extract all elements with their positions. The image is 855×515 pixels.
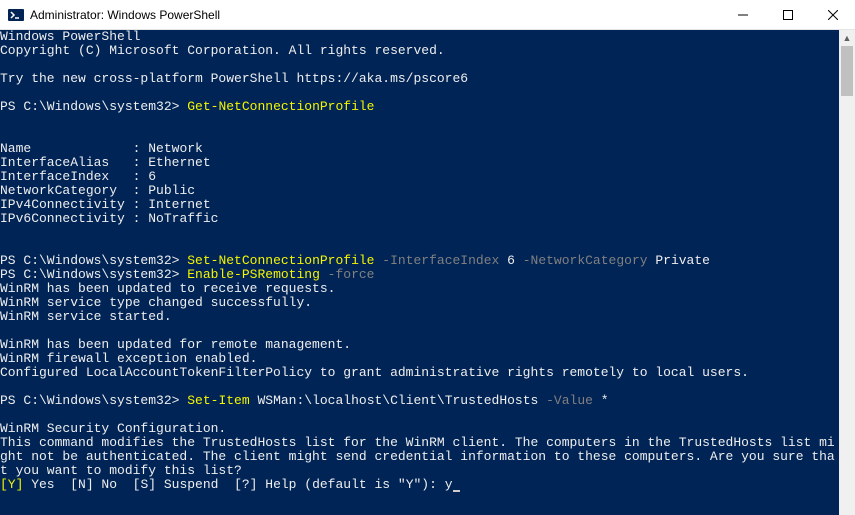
titlebar[interactable]: Administrator: Windows PowerShell — [0, 0, 855, 30]
maximize-button[interactable] — [765, 0, 810, 29]
copyright-line: Copyright (C) Microsoft Corporation. All… — [0, 43, 445, 58]
arg: WSMan:\localhost\Client\TrustedHosts — [250, 393, 539, 408]
powershell-icon — [8, 7, 24, 23]
command-2: Set-NetConnectionProfile — [187, 253, 374, 268]
vertical-scrollbar[interactable]: ▲ — [839, 30, 855, 515]
profile-index-value: 6 — [148, 169, 156, 184]
profile-ipv6-value: NoTraffic — [148, 211, 218, 226]
param: -InterfaceIndex — [374, 253, 499, 268]
arg: * — [593, 393, 609, 408]
profile-index-label: InterfaceIndex : — [0, 169, 148, 184]
confirm-title: WinRM Security Configuration. — [0, 421, 226, 436]
profile-ipv4-value: Internet — [148, 197, 210, 212]
prompt: PS C:\Windows\system32> — [0, 99, 179, 114]
profile-alias-label: InterfaceAlias : — [0, 155, 148, 170]
prompt: PS C:\Windows\system32> — [0, 253, 179, 268]
winrm-line: WinRM has been updated for remote manage… — [0, 337, 351, 352]
prompt: PS C:\Windows\system32> — [0, 393, 179, 408]
option-suspend-key: [S] — [133, 477, 156, 492]
command-1: Get-NetConnectionProfile — [187, 99, 374, 114]
winrm-line: WinRM firewall exception enabled. — [0, 351, 257, 366]
profile-ipv6-label: IPv6Connectivity : — [0, 211, 148, 226]
window-controls — [720, 0, 855, 29]
arg: Private — [648, 253, 710, 268]
winrm-line: WinRM has been updated to receive reques… — [0, 281, 335, 296]
option-suspend-label: Suspend — [156, 477, 234, 492]
arg: 6 — [499, 253, 515, 268]
option-help-key: [?] — [234, 477, 257, 492]
profile-netcat-value: Public — [148, 183, 195, 198]
winrm-line: Configured LocalAccountTokenFilterPolicy… — [0, 365, 749, 380]
cursor — [453, 490, 460, 492]
window-title: Administrator: Windows PowerShell — [30, 8, 720, 22]
pscore-line: Try the new cross-platform PowerShell ht… — [0, 71, 468, 86]
param: -NetworkCategory — [515, 253, 648, 268]
scroll-up-arrow[interactable]: ▲ — [839, 30, 855, 46]
winrm-line: WinRM service started. — [0, 309, 172, 324]
winrm-line: WinRM service type changed successfully. — [0, 295, 312, 310]
terminal-output[interactable]: Windows PowerShell Copyright (C) Microso… — [0, 30, 839, 515]
option-yes-label: Yes — [23, 477, 70, 492]
command-4: Set-Item — [187, 393, 249, 408]
option-no-label: No — [94, 477, 133, 492]
user-input: y — [445, 477, 453, 492]
option-yes-key: [Y] — [0, 477, 23, 492]
prompt: PS C:\Windows\system32> — [0, 267, 179, 282]
profile-alias-value: Ethernet — [148, 155, 210, 170]
param: -Value — [538, 393, 593, 408]
profile-name-value: Network — [148, 141, 203, 156]
option-help-label: Help (default is "Y"): — [257, 477, 444, 492]
banner-line: Windows PowerShell — [0, 30, 140, 44]
close-button[interactable] — [810, 0, 855, 29]
command-3: Enable-PSRemoting — [187, 267, 320, 282]
param: -force — [320, 267, 375, 282]
confirm-body: This command modifies the TrustedHosts l… — [0, 435, 835, 478]
scrollbar-thumb[interactable] — [841, 46, 853, 96]
profile-name-label: Name : — [0, 141, 148, 156]
profile-netcat-label: NetworkCategory : — [0, 183, 148, 198]
option-no-key: [N] — [70, 477, 93, 492]
minimize-button[interactable] — [720, 0, 765, 29]
profile-ipv4-label: IPv4Connectivity : — [0, 197, 148, 212]
